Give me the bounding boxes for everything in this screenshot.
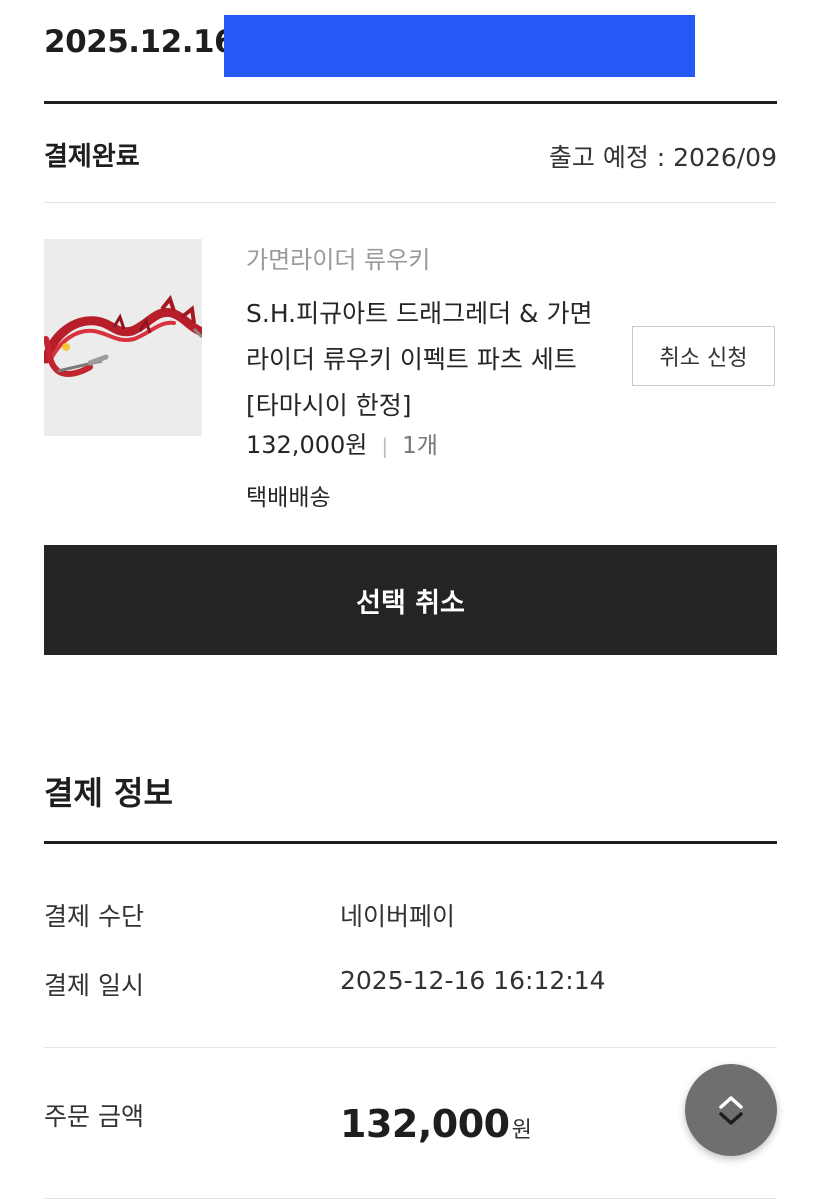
product-brand: 가면라이더 류우키 bbox=[246, 246, 431, 274]
ship-date: 2026/09 bbox=[673, 143, 777, 172]
chevron-up-down-icon bbox=[719, 1096, 743, 1125]
scroll-toggle-button[interactable] bbox=[685, 1064, 777, 1156]
dragon-figure-image bbox=[44, 294, 202, 377]
order-amount-label: 주문 금액 bbox=[44, 1102, 144, 1131]
order-status: 결제완료 bbox=[44, 142, 140, 172]
header-divider bbox=[44, 101, 777, 104]
ship-label: 출고 예정 : bbox=[548, 143, 674, 172]
payment-datetime-value: 2025-12-16 16:12:14 bbox=[340, 966, 606, 995]
order-amount-number: 132,000 bbox=[340, 1102, 510, 1146]
cancel-request-button[interactable]: 취소 신청 bbox=[632, 326, 775, 386]
redacted-order-number bbox=[224, 15, 695, 77]
payment-method-label: 결제 수단 bbox=[44, 902, 144, 931]
price-quantity: 132,000원 | 1개 bbox=[246, 425, 438, 460]
bottom-divider bbox=[44, 1198, 777, 1199]
payment-method-value: 네이버페이 bbox=[340, 902, 456, 931]
product-thumbnail[interactable] bbox=[44, 239, 202, 436]
payment-datetime-label: 결제 일시 bbox=[44, 971, 144, 1000]
product-name[interactable]: S.H.피규아트 드래그레더 & 가면라이더 류우키 이펙트 파츠 세트 [타마… bbox=[246, 291, 606, 429]
product-price: 132,000원 bbox=[246, 431, 368, 459]
order-date: 2025.12.16 bbox=[44, 24, 236, 60]
payment-divider bbox=[44, 841, 777, 844]
ship-schedule: 출고 예정 : 2026/09 bbox=[549, 138, 777, 174]
delivery-method: 택배배송 bbox=[246, 485, 331, 511]
total-divider bbox=[44, 1047, 777, 1048]
product-quantity: 1개 bbox=[402, 433, 438, 459]
select-cancel-button[interactable]: 선택 취소 bbox=[44, 545, 777, 655]
order-amount-unit: 원 bbox=[511, 1118, 532, 1143]
price-separator: | bbox=[381, 434, 389, 458]
payment-info-title: 결제 정보 bbox=[44, 774, 173, 812]
status-divider bbox=[44, 202, 777, 203]
order-amount-value: 132,000원 bbox=[340, 1102, 532, 1146]
